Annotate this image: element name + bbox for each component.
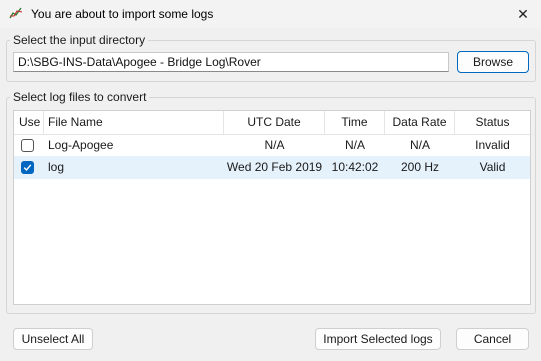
utc-date-cell: Wed 20 Feb 2019: [226, 160, 323, 174]
file-name-cell: log: [48, 160, 65, 174]
time-cell: N/A: [344, 138, 365, 152]
status-cell: Valid: [479, 160, 506, 174]
unselect-all-button[interactable]: Unselect All: [13, 328, 93, 350]
window-title: You are about to import some logs: [31, 7, 214, 21]
checkmark-icon: [23, 164, 32, 172]
column-header-use[interactable]: Use: [14, 111, 44, 134]
use-checkbox[interactable]: [21, 161, 34, 174]
column-header-data-rate[interactable]: Data Rate: [385, 111, 455, 134]
input-directory-legend: Select the input directory: [13, 33, 146, 47]
column-header-time[interactable]: Time: [325, 111, 385, 134]
table-row[interactable]: log Wed 20 Feb 2019 10:42:02 200 Hz Vali…: [14, 156, 530, 179]
utc-date-cell: N/A: [264, 138, 285, 152]
table-header: Use File Name UTC Date Time Data Rate St…: [14, 111, 530, 135]
close-button[interactable]: ✕: [505, 0, 541, 28]
use-checkbox[interactable]: [21, 139, 34, 152]
column-header-utc-date[interactable]: UTC Date: [224, 111, 325, 134]
column-header-file-name[interactable]: File Name: [44, 111, 224, 134]
status-cell: Invalid: [475, 138, 510, 152]
use-cell: [14, 134, 44, 157]
use-cell: [14, 156, 44, 179]
log-files-table: Use File Name UTC Date Time Data Rate St…: [13, 110, 531, 305]
title-bar: You are about to import some logs ✕: [0, 0, 541, 28]
import-selected-logs-button[interactable]: Import Selected logs: [315, 328, 441, 350]
time-cell: 10:42:02: [331, 160, 379, 174]
close-icon: ✕: [517, 5, 529, 22]
table-row[interactable]: Log-Apogee N/A N/A N/A Invalid: [14, 134, 530, 157]
cancel-button[interactable]: Cancel: [456, 328, 529, 350]
data-rate-cell: N/A: [409, 138, 430, 152]
column-header-status[interactable]: Status: [455, 111, 530, 134]
browse-button[interactable]: Browse: [457, 51, 529, 73]
data-rate-cell: 200 Hz: [400, 160, 440, 174]
chart-line-icon: [9, 6, 23, 20]
file-name-cell: Log-Apogee: [48, 138, 114, 152]
directory-path-input[interactable]: [13, 52, 449, 72]
log-files-legend: Select log files to convert: [13, 90, 147, 104]
